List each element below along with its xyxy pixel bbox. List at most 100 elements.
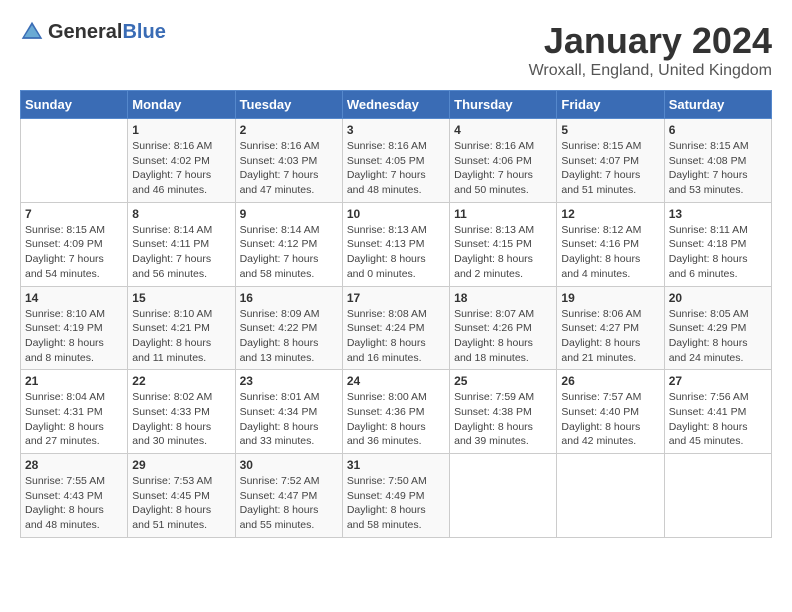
day-content: Sunrise: 8:07 AM Sunset: 4:26 PM Dayligh… (454, 307, 552, 366)
calendar-cell: 3 Sunrise: 8:16 AM Sunset: 4:05 PM Daylig… (342, 119, 449, 203)
week-row-1: 7 Sunrise: 8:15 AM Sunset: 4:09 PM Daylig… (21, 202, 772, 286)
day-number: 11 (454, 207, 552, 221)
calendar-cell: 11 Sunrise: 8:13 AM Sunset: 4:15 PM Dayli… (450, 202, 557, 286)
calendar-cell (450, 454, 557, 538)
day-number: 12 (561, 207, 659, 221)
header-tuesday: Tuesday (235, 91, 342, 119)
calendar-cell: 14Sunrise: 8:10 AM Sunset: 4:19 PM Dayli… (21, 286, 128, 370)
calendar-cell: 28 Sunrise: 7:55 AM Sunset: 4:43 PM Dayli… (21, 454, 128, 538)
day-number: 1 (132, 123, 230, 137)
calendar-cell: 19Sunrise: 8:06 AM Sunset: 4:27 PM Dayli… (557, 286, 664, 370)
calendar-cell: 22 Sunrise: 8:02 AM Sunset: 4:33 PM Dayli… (128, 370, 235, 454)
day-content: Sunrise: 8:16 AM Sunset: 4:06 PM Dayligh… (454, 139, 552, 198)
calendar-cell: 24 Sunrise: 8:00 AM Sunset: 4:36 PM Dayli… (342, 370, 449, 454)
header-friday: Friday (557, 91, 664, 119)
calendar-cell: 21Sunrise: 8:04 AM Sunset: 4:31 PM Dayli… (21, 370, 128, 454)
calendar-cell: 8Sunrise: 8:14 AM Sunset: 4:11 PM Daylig… (128, 202, 235, 286)
calendar-table: SundayMondayTuesdayWednesdayThursdayFrid… (20, 90, 772, 538)
calendar-cell: 17 Sunrise: 8:08 AM Sunset: 4:24 PM Dayli… (342, 286, 449, 370)
day-number: 18 (454, 291, 552, 305)
calendar-cell: 31 Sunrise: 7:50 AM Sunset: 4:49 PM Dayli… (342, 454, 449, 538)
calendar-cell: 23 Sunrise: 8:01 AM Sunset: 4:34 PM Dayli… (235, 370, 342, 454)
calendar-cell: 13 Sunrise: 8:11 AM Sunset: 4:18 PM Dayli… (664, 202, 771, 286)
calendar-cell: 2Sunrise: 8:16 AM Sunset: 4:03 PM Daylig… (235, 119, 342, 203)
logo-icon (20, 20, 44, 44)
calendar-cell: 16 Sunrise: 8:09 AM Sunset: 4:22 PM Dayli… (235, 286, 342, 370)
day-number: 17 (347, 291, 445, 305)
day-number: 25 (454, 374, 552, 388)
day-number: 15 (132, 291, 230, 305)
day-content: Sunrise: 8:11 AM Sunset: 4:18 PM Dayligh… (669, 223, 767, 282)
header-wednesday: Wednesday (342, 91, 449, 119)
day-number: 27 (669, 374, 767, 388)
day-content: Sunrise: 7:59 AM Sunset: 4:38 PM Dayligh… (454, 390, 552, 449)
day-number: 24 (347, 374, 445, 388)
calendar-cell: 10 Sunrise: 8:13 AM Sunset: 4:13 PM Dayli… (342, 202, 449, 286)
day-number: 16 (240, 291, 338, 305)
calendar-cell: 5 Sunrise: 8:15 AM Sunset: 4:07 PM Daylig… (557, 119, 664, 203)
header: GeneralBlue January 2024 Wroxall, Englan… (20, 20, 772, 80)
day-content: Sunrise: 8:04 AM Sunset: 4:31 PM Dayligh… (25, 390, 123, 449)
day-number: 4 (454, 123, 552, 137)
day-content: Sunrise: 8:05 AM Sunset: 4:29 PM Dayligh… (669, 307, 767, 366)
day-content: Sunrise: 8:13 AM Sunset: 4:15 PM Dayligh… (454, 223, 552, 282)
day-number: 3 (347, 123, 445, 137)
day-number: 6 (669, 123, 767, 137)
day-content: Sunrise: 8:16 AM Sunset: 4:05 PM Dayligh… (347, 139, 445, 198)
logo-text-blue: Blue (122, 21, 165, 43)
calendar-cell (21, 119, 128, 203)
day-content: Sunrise: 8:15 AM Sunset: 4:09 PM Dayligh… (25, 223, 123, 282)
week-row-4: 28 Sunrise: 7:55 AM Sunset: 4:43 PM Dayli… (21, 454, 772, 538)
day-content: Sunrise: 8:09 AM Sunset: 4:22 PM Dayligh… (240, 307, 338, 366)
calendar-cell: 4 Sunrise: 8:16 AM Sunset: 4:06 PM Daylig… (450, 119, 557, 203)
day-number: 20 (669, 291, 767, 305)
day-content: Sunrise: 7:55 AM Sunset: 4:43 PM Dayligh… (25, 474, 123, 533)
day-number: 7 (25, 207, 123, 221)
day-content: Sunrise: 8:12 AM Sunset: 4:16 PM Dayligh… (561, 223, 659, 282)
day-content: Sunrise: 7:50 AM Sunset: 4:49 PM Dayligh… (347, 474, 445, 533)
calendar-cell: 27Sunrise: 7:56 AM Sunset: 4:41 PM Dayli… (664, 370, 771, 454)
calendar-cell: 9Sunrise: 8:14 AM Sunset: 4:12 PM Daylig… (235, 202, 342, 286)
day-content: Sunrise: 7:53 AM Sunset: 4:45 PM Dayligh… (132, 474, 230, 533)
day-number: 10 (347, 207, 445, 221)
day-content: Sunrise: 8:13 AM Sunset: 4:13 PM Dayligh… (347, 223, 445, 282)
day-number: 19 (561, 291, 659, 305)
day-number: 28 (25, 458, 123, 472)
calendar-cell: 29 Sunrise: 7:53 AM Sunset: 4:45 PM Dayli… (128, 454, 235, 538)
header-sunday: Sunday (21, 91, 128, 119)
day-number: 22 (132, 374, 230, 388)
day-content: Sunrise: 8:15 AM Sunset: 4:08 PM Dayligh… (669, 139, 767, 198)
day-number: 31 (347, 458, 445, 472)
header-monday: Monday (128, 91, 235, 119)
calendar-cell: 30Sunrise: 7:52 AM Sunset: 4:47 PM Dayli… (235, 454, 342, 538)
day-content: Sunrise: 8:15 AM Sunset: 4:07 PM Dayligh… (561, 139, 659, 198)
calendar-cell: 7 Sunrise: 8:15 AM Sunset: 4:09 PM Daylig… (21, 202, 128, 286)
header-thursday: Thursday (450, 91, 557, 119)
month-title: January 2024 (529, 20, 772, 62)
day-content: Sunrise: 8:00 AM Sunset: 4:36 PM Dayligh… (347, 390, 445, 449)
day-content: Sunrise: 7:52 AM Sunset: 4:47 PM Dayligh… (240, 474, 338, 533)
day-content: Sunrise: 8:02 AM Sunset: 4:33 PM Dayligh… (132, 390, 230, 449)
day-content: Sunrise: 8:16 AM Sunset: 4:02 PM Dayligh… (132, 139, 230, 198)
day-content: Sunrise: 8:01 AM Sunset: 4:34 PM Dayligh… (240, 390, 338, 449)
location-title: Wroxall, England, United Kingdom (529, 62, 772, 80)
day-number: 8 (132, 207, 230, 221)
calendar-cell: 15 Sunrise: 8:10 AM Sunset: 4:21 PM Dayli… (128, 286, 235, 370)
day-content: Sunrise: 8:16 AM Sunset: 4:03 PM Dayligh… (240, 139, 338, 198)
day-content: Sunrise: 8:10 AM Sunset: 4:21 PM Dayligh… (132, 307, 230, 366)
day-number: 23 (240, 374, 338, 388)
day-number: 9 (240, 207, 338, 221)
day-content: Sunrise: 8:08 AM Sunset: 4:24 PM Dayligh… (347, 307, 445, 366)
logo-text-general: General (48, 21, 122, 43)
day-content: Sunrise: 7:57 AM Sunset: 4:40 PM Dayligh… (561, 390, 659, 449)
week-row-3: 21Sunrise: 8:04 AM Sunset: 4:31 PM Dayli… (21, 370, 772, 454)
week-row-2: 14Sunrise: 8:10 AM Sunset: 4:19 PM Dayli… (21, 286, 772, 370)
day-number: 14 (25, 291, 123, 305)
calendar-cell (664, 454, 771, 538)
day-number: 5 (561, 123, 659, 137)
day-number: 29 (132, 458, 230, 472)
calendar-cell (557, 454, 664, 538)
calendar-cell: 20 Sunrise: 8:05 AM Sunset: 4:29 PM Dayli… (664, 286, 771, 370)
day-number: 13 (669, 207, 767, 221)
calendar-cell: 25 Sunrise: 7:59 AM Sunset: 4:38 PM Dayli… (450, 370, 557, 454)
